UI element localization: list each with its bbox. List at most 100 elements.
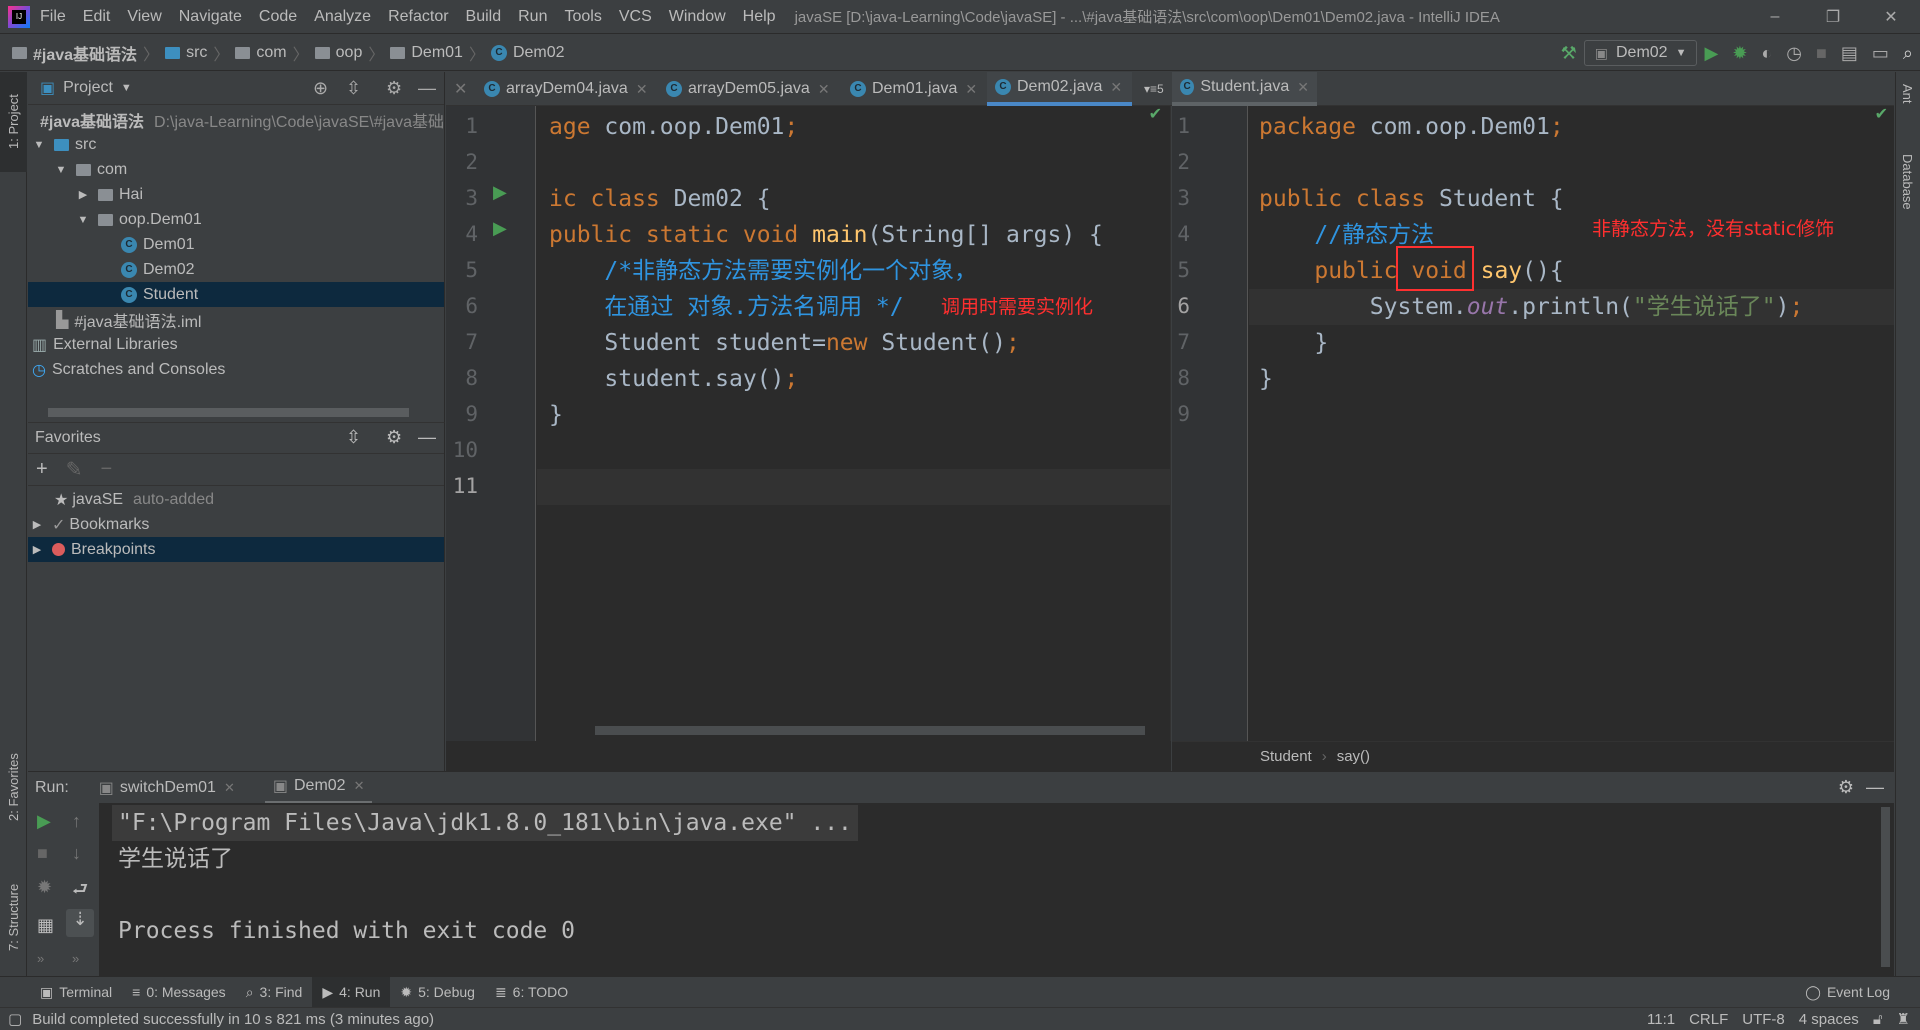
expand-arrow-icon[interactable]: ▼ (54, 164, 68, 176)
tree-item-dem02[interactable]: C Dem02 (28, 257, 444, 282)
more-icon[interactable]: » (37, 951, 44, 966)
coverage-icon[interactable]: ◐ (1761, 43, 1772, 64)
run-tab-dem02[interactable]: ▣ Dem02 ✕ (264, 772, 373, 804)
more-icon[interactable]: » (72, 951, 79, 966)
breadcrumb-method[interactable]: say() (1337, 748, 1370, 765)
soft-wrap-icon[interactable]: ⮐ (72, 877, 88, 907)
tree-item-student[interactable]: C Student (28, 282, 444, 307)
close-tab-icon[interactable]: ✕ (1297, 79, 1309, 96)
project-structure-icon[interactable]: ▤ (1841, 43, 1858, 64)
build-hammer-icon[interactable]: ⚒ (1561, 43, 1577, 64)
editor-student[interactable]: ✔ 非静态方法，没有static修饰 1 package com.oop.Dem0… (1172, 106, 1894, 741)
horizontal-scrollbar[interactable] (595, 726, 1145, 735)
collapse-all-icon[interactable]: ⇳ (346, 427, 361, 448)
tree-item-scratches[interactable]: ◷ Scratches and Consoles (28, 357, 444, 382)
stop-icon[interactable]: ■ (37, 843, 48, 864)
search-icon[interactable]: ⌕ (1903, 43, 1913, 64)
todo-tool-button[interactable]: ≣ 6: TODO (485, 977, 578, 1008)
find-tool-button[interactable]: ⌕ 3: Find (236, 977, 313, 1008)
breadcrumb-dem01[interactable]: Dem01 〉 (390, 41, 485, 65)
debug-tool-button[interactable]: ✹ 5: Debug (390, 977, 485, 1008)
breadcrumb-src[interactable]: src 〉 (165, 41, 229, 65)
tree-item-src[interactable]: ▼ src (28, 132, 444, 157)
close-tab-icon[interactable]: ✕ (454, 79, 467, 99)
tree-item-external-libraries[interactable]: ▥ External Libraries (28, 332, 444, 357)
close-tab-icon[interactable]: ✕ (224, 780, 235, 796)
edit-pencil-icon[interactable]: ✎ (66, 457, 83, 482)
event-log-button[interactable]: ◯ Event Log (1795, 977, 1900, 1008)
menu-vcs[interactable]: VCS (619, 8, 652, 25)
database-tool-tab[interactable]: Database (1900, 154, 1915, 210)
editor-dem02[interactable]: ✔ ▶ ▶ 调用时需要实例化 1 age com.oop.Dem01; 2 3 ic c… (446, 106, 1171, 741)
run-gutter-icon[interactable]: ▶ (493, 182, 507, 203)
up-arrow-icon[interactable]: ↑ (72, 811, 81, 832)
expand-arrow-icon[interactable]: ▼ (32, 139, 46, 151)
layout-icon[interactable]: ▦ (37, 915, 54, 936)
caret-position[interactable]: 11:1 (1647, 1011, 1675, 1028)
close-tab-icon[interactable]: ✕ (818, 81, 830, 98)
favorites-item-breakpoints[interactable]: ▶ Breakpoints (28, 537, 444, 562)
tree-item-oop-dem01[interactable]: ▼ oop.Dem01 (28, 207, 444, 232)
close-tab-icon[interactable]: ✕ (1110, 79, 1122, 96)
close-tab-icon[interactable]: ✕ (354, 778, 365, 794)
favorites-item-bookmarks[interactable]: ▶ ✓ Bookmarks (28, 512, 444, 537)
tab-dem02[interactable]: C Dem02.java ✕ (987, 72, 1132, 106)
terminal-window-icon[interactable]: ▭ (1872, 43, 1889, 64)
tab-arraydem04[interactable]: CarrayDem04.java ✕ (476, 72, 656, 106)
stop-icon[interactable]: ■ (1816, 43, 1827, 64)
project-view-select[interactable]: Project (63, 79, 113, 97)
minimize-button[interactable]: – (1746, 0, 1804, 34)
run-icon[interactable]: ▶ (1704, 43, 1718, 64)
console-output[interactable]: "F:\Program Files\Java\jdk1.8.0_181\bin\… (100, 803, 1894, 976)
run-tab-switchdem01[interactable]: ▣ switchDem01 ✕ (91, 772, 243, 804)
ant-tool-tab[interactable]: Ant (1900, 84, 1915, 104)
status-message[interactable]: Build completed successfully in 10 s 821… (32, 1011, 434, 1028)
tree-item-hai[interactable]: ▶ Hai (28, 182, 444, 207)
down-arrow-icon[interactable]: ↓ (72, 843, 81, 864)
chevron-down-icon[interactable]: ▼ (121, 82, 132, 94)
inspector-icon[interactable]: ♜ (1897, 1010, 1910, 1028)
tab-dem01[interactable]: C Dem01.java ✕ (842, 72, 985, 106)
horizontal-scrollbar[interactable] (48, 408, 409, 417)
debug-icon[interactable]: ✹ (1732, 43, 1747, 64)
run-gutter-icon[interactable]: ▶ (493, 218, 507, 239)
debug-restart-icon[interactable]: ✹ (37, 877, 52, 898)
hide-icon[interactable]: — (1866, 777, 1884, 798)
breadcrumb-com[interactable]: com 〉 (235, 41, 309, 65)
menu-edit[interactable]: Edit (83, 8, 111, 25)
collapsed-arrow-icon[interactable]: ▶ (30, 518, 44, 531)
terminal-tool-button[interactable]: ▣ Terminal (30, 977, 122, 1008)
scroll-to-end-icon[interactable]: ⇣ (66, 909, 94, 937)
menu-file[interactable]: File (40, 8, 66, 25)
add-icon[interactable]: + (36, 458, 48, 481)
breadcrumb-dem02[interactable]: C Dem02 (490, 44, 565, 62)
menu-tools[interactable]: Tools (564, 8, 601, 25)
close-button[interactable]: ✕ (1862, 0, 1920, 34)
close-tab-icon[interactable]: ✕ (636, 81, 648, 98)
menu-help[interactable]: Help (743, 8, 776, 25)
messages-tool-button[interactable]: ≡ 0: Messages (122, 977, 236, 1008)
tab-student[interactable]: C Student.java ✕ (1172, 72, 1317, 106)
tree-item-dem01[interactable]: C Dem01 (28, 232, 444, 257)
tab-arraydem05[interactable]: CarrayDem05.java ✕ (658, 72, 838, 106)
tab-overflow-button[interactable]: ▾≡ 5 (1136, 72, 1172, 106)
menu-view[interactable]: View (127, 8, 161, 25)
locate-icon[interactable]: ⊕ (313, 78, 328, 99)
collapsed-arrow-icon[interactable]: ▶ (30, 543, 44, 556)
gear-icon[interactable]: ⚙ (386, 427, 402, 448)
run-tool-button[interactable]: ▶ 4: Run (312, 976, 391, 1008)
menu-window[interactable]: Window (669, 8, 726, 25)
project-tool-tab[interactable]: 1: Project (0, 72, 27, 172)
line-separator[interactable]: CRLF (1689, 1011, 1728, 1028)
menu-code[interactable]: Code (259, 8, 297, 25)
remove-icon[interactable]: − (100, 458, 112, 481)
tree-item-iml[interactable]: ▙ #java基础语法.iml (28, 307, 444, 332)
indent-setting[interactable]: 4 spaces (1799, 1011, 1859, 1028)
breadcrumb-class[interactable]: Student (1260, 748, 1312, 765)
file-encoding[interactable]: UTF-8 (1742, 1011, 1785, 1028)
menu-refactor[interactable]: Refactor (388, 8, 448, 25)
menu-analyze[interactable]: Analyze (314, 8, 371, 25)
close-tab-icon[interactable]: ✕ (965, 81, 977, 98)
collapsed-arrow-icon[interactable]: ▶ (76, 188, 90, 201)
profile-icon[interactable]: ◷ (1786, 43, 1802, 64)
